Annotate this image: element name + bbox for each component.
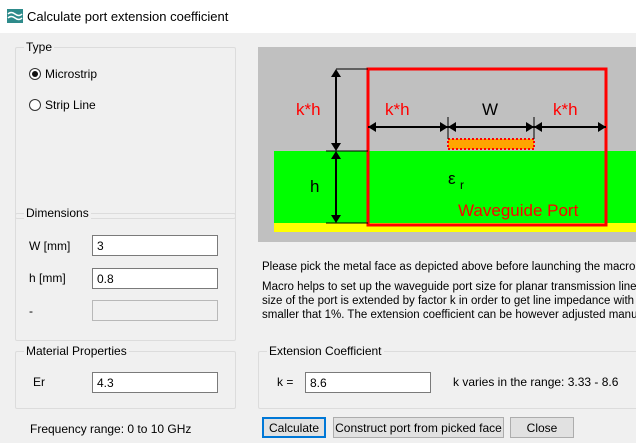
- w-input[interactable]: [92, 235, 218, 256]
- extension-group-legend: Extension Coefficient: [267, 344, 384, 358]
- dimensions-group-legend: Dimensions: [24, 206, 91, 220]
- waveguide-port-diagram: k*h h k*h W k*h ε r Waveguide Port: [258, 47, 636, 242]
- dimensions-group: Dimensions W [mm] h [mm] -: [15, 206, 236, 341]
- material-group-legend: Material Properties: [24, 344, 129, 358]
- w-label: W [mm]: [29, 239, 71, 253]
- radio-checked-indicator: [29, 68, 41, 80]
- calculate-button[interactable]: Calculate: [262, 417, 326, 438]
- k-range-text: k varies in the range: 3.33 - 8.6: [453, 375, 619, 389]
- w-label-diagram: W: [482, 100, 498, 119]
- strip-line-radio[interactable]: Strip Line: [29, 98, 96, 112]
- extension-coefficient-group: Extension Coefficient k = k varies in th…: [258, 344, 636, 409]
- epsilon-label: ε: [448, 169, 456, 188]
- close-button[interactable]: Close: [510, 417, 574, 438]
- instruction-line-1: Please pick the metal face as depicted a…: [262, 261, 636, 273]
- material-properties-group: Material Properties Er: [15, 344, 236, 409]
- instruction-line-3: size of the port is extended by factor k…: [262, 295, 636, 307]
- waveguide-port-label: Waveguide Port: [458, 201, 579, 220]
- metal-strip: [448, 139, 534, 149]
- title-bar: Calculate port extension coefficient: [0, 0, 636, 33]
- dialog-client-area: Type Microstrip Strip Line Dimensions W …: [0, 33, 636, 443]
- radio-unchecked-indicator: [29, 99, 41, 111]
- h-label: h [mm]: [29, 271, 66, 285]
- microstrip-label: Microstrip: [45, 67, 98, 81]
- third-input-disabled: [92, 300, 218, 321]
- epsilon-subscript: r: [460, 178, 464, 192]
- instruction-line-4: smaller that 1%. The extension coefficie…: [262, 309, 636, 321]
- waveguide-app-icon: [7, 9, 23, 23]
- kh-middle-label: k*h: [385, 100, 410, 119]
- type-group-legend: Type: [24, 40, 55, 54]
- kh-right-label: k*h: [553, 100, 578, 119]
- third-label: -: [29, 304, 33, 318]
- microstrip-radio[interactable]: Microstrip: [29, 67, 97, 81]
- instruction-line-2: Macro helps to set up the waveguide port…: [262, 281, 636, 293]
- frequency-range-text: Frequency range: 0 to 10 GHz: [30, 422, 192, 436]
- k-label: k =: [277, 375, 294, 389]
- h-label-diagram: h: [310, 177, 319, 196]
- type-group: Type Microstrip Strip Line: [15, 40, 236, 219]
- h-input[interactable]: [92, 268, 218, 289]
- window-title: Calculate port extension coefficient: [27, 9, 229, 24]
- kh-left-label: k*h: [296, 100, 321, 119]
- strip-line-label: Strip Line: [45, 98, 96, 112]
- er-label: Er: [33, 375, 45, 389]
- er-input[interactable]: [92, 372, 218, 393]
- construct-port-button[interactable]: Construct port from picked face: [333, 417, 504, 438]
- k-input[interactable]: [305, 372, 431, 393]
